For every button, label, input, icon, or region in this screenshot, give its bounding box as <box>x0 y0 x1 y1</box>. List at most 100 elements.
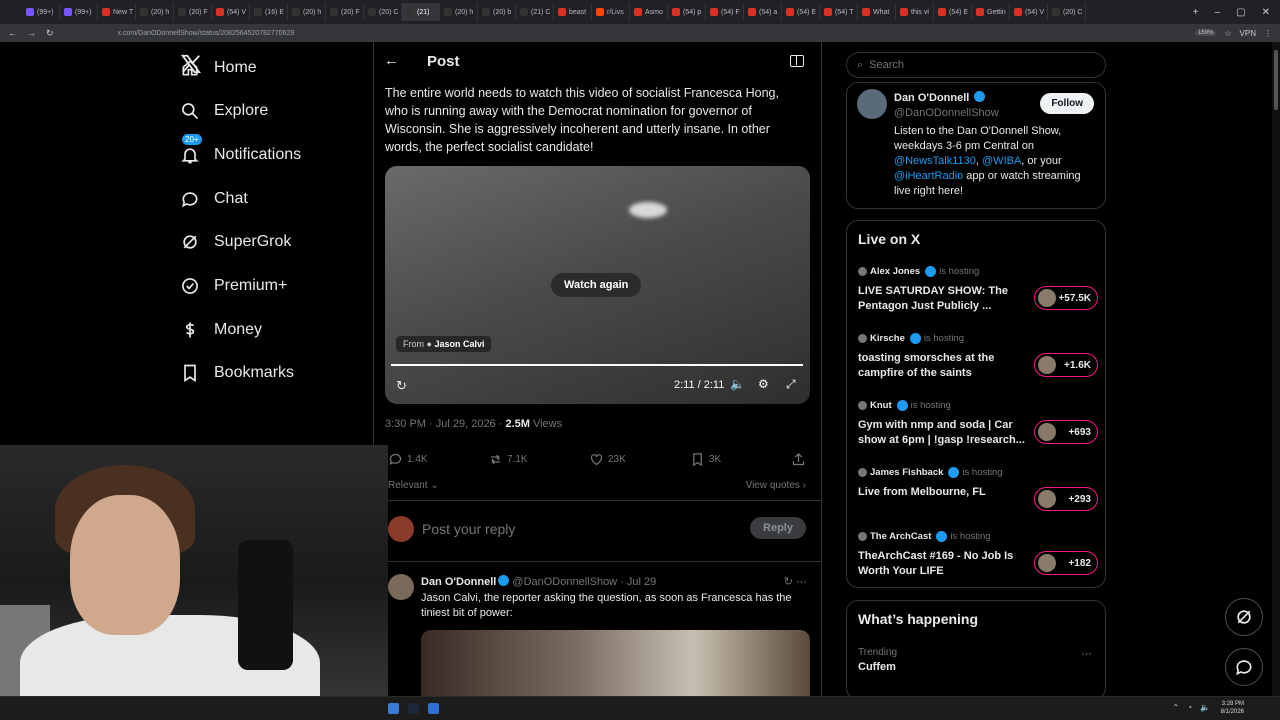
browser-tab[interactable]: beast <box>554 3 592 21</box>
more-options-icon[interactable]: ↻ ⋯ <box>784 575 807 588</box>
live-item[interactable]: Kirsche is hosting toasting smorsches at t… <box>858 333 1098 393</box>
post-timestamp[interactable]: 3:30 PM · Jul 29, 2026 · <box>385 418 505 430</box>
grok-fab-button[interactable] <box>1225 598 1263 636</box>
video-source-label[interactable]: From ● Jason Calvi <box>396 336 492 352</box>
messages-fab-button[interactable] <box>1225 648 1263 686</box>
reload-icon[interactable]: ↻ <box>46 28 54 39</box>
video-progress-bar[interactable] <box>391 364 803 366</box>
close-window-icon[interactable]: ✕ <box>1262 7 1270 18</box>
nav-item-money[interactable]: Money <box>180 315 262 345</box>
nav-item-explore[interactable]: Explore <box>180 96 268 126</box>
search-input[interactable]: ⌕ Search <box>846 52 1106 78</box>
browser-tab[interactable]: this vi <box>896 3 934 21</box>
listener-count-pill[interactable]: +1.6K <box>1034 353 1098 377</box>
browser-tab[interactable]: Gettin <box>972 3 1010 21</box>
browser-tab[interactable]: (16) E <box>250 3 288 21</box>
listener-count-pill[interactable]: +182 <box>1034 551 1098 575</box>
avatar[interactable] <box>857 89 887 119</box>
profile-handle[interactable]: @DanODonnellShow <box>894 107 999 119</box>
like-action[interactable]: 23K <box>589 452 626 467</box>
bookmark-action[interactable]: 3K <box>690 452 721 467</box>
reply-button[interactable]: Reply <box>750 517 806 539</box>
trend-name[interactable]: Cuffem <box>858 661 896 673</box>
browser-tab[interactable]: (20) h <box>136 3 174 21</box>
volume-icon[interactable]: 🔈 <box>730 377 745 391</box>
reply-input[interactable]: Post your reply <box>422 521 515 537</box>
sort-dropdown[interactable]: Relevant ⌄ <box>388 480 439 491</box>
browser-tab[interactable]: (20) F <box>326 3 364 21</box>
minimize-icon[interactable]: – <box>1215 7 1221 18</box>
live-item[interactable]: Knut is hosting Gym with nmp and soda | Ca… <box>858 400 1098 460</box>
bio-link[interactable]: @NewsTalk1130 <box>894 155 976 167</box>
browser-tab[interactable]: (99+) <box>22 3 60 21</box>
browser-tab[interactable]: (21) C <box>516 3 554 21</box>
browser-tab[interactable]: (20) C <box>364 3 402 21</box>
page-scrollbar[interactable] <box>1272 42 1280 696</box>
browser-tab[interactable]: (54) p <box>668 3 706 21</box>
reply-action[interactable]: 1.4K <box>388 452 428 467</box>
vpn-badge[interactable]: VPN <box>1240 29 1256 38</box>
reply-author[interactable]: Dan O'Donnell @DanODonnellShow · Jul 29 <box>421 575 656 588</box>
wifi-icon[interactable]: ◔ <box>1187 703 1192 712</box>
tray-icon[interactable]: ⌃ <box>1172 703 1179 712</box>
nav-item-bookmarks[interactable]: Bookmarks <box>180 358 294 388</box>
live-item[interactable]: Alex Jones is hosting LIVE SATURDAY SHOW: … <box>858 266 1098 326</box>
nav-item-premium[interactable]: Premium+ <box>180 271 287 301</box>
back-arrow-icon[interactable]: ← <box>384 52 399 69</box>
nav-item-notifications[interactable]: Notifications 20+ <box>180 133 301 170</box>
nav-item-chat[interactable]: Chat <box>180 184 248 214</box>
zoom-level[interactable]: 150% <box>1195 30 1217 36</box>
new-tab-icon[interactable]: + <box>1193 7 1199 18</box>
reader-mode-icon[interactable] <box>790 55 804 67</box>
star-icon[interactable]: ☆ <box>1224 29 1231 38</box>
video-player[interactable]: Watch again From ● Jason Calvi ↻ 2:11 / … <box>385 166 810 404</box>
follow-button[interactable]: Follow <box>1040 93 1094 114</box>
browser-tab[interactable]: (54) T <box>820 3 858 21</box>
url-field[interactable]: x.com/DanODonnellShow/status/20825645207… <box>118 30 295 37</box>
listener-count-pill[interactable]: +693 <box>1034 420 1098 444</box>
replay-icon[interactable]: ↻ <box>396 378 407 394</box>
live-item[interactable]: James Fishback is hosting Live from Melbou… <box>858 467 1098 527</box>
nav-item-home[interactable]: Home <box>180 53 257 83</box>
more-options-icon[interactable]: ⋯ <box>1081 647 1092 660</box>
bio-link[interactable]: @iHeartRadio <box>894 170 963 182</box>
repost-action[interactable]: 7.1K <box>488 452 528 467</box>
browser-tab[interactable]: (99+) <box>60 3 98 21</box>
taskbar-clock[interactable]: 3:28 PM 8/1/2026 <box>1221 700 1244 716</box>
browser-tab[interactable]: (54) a <box>744 3 782 21</box>
browser-tab[interactable]: r/Livs <box>592 3 630 21</box>
browser-tab[interactable]: Asmo <box>630 3 668 21</box>
avatar[interactable] <box>388 574 414 600</box>
avatar[interactable] <box>388 516 414 542</box>
browser-tab[interactable]: (20) b <box>478 3 516 21</box>
live-item[interactable]: The ArchCast is hosting TheArchCast #169 -… <box>858 531 1098 591</box>
menu-icon[interactable]: ⋮ <box>1264 29 1272 38</box>
volume-icon[interactable]: 🔈 <box>1200 703 1210 712</box>
reply-media[interactable] <box>421 630 810 696</box>
browser-tab[interactable]: (54) F <box>706 3 744 21</box>
browser-tab[interactable]: (20) F <box>174 3 212 21</box>
browser-tab[interactable]: (54) E <box>782 3 820 21</box>
browser-tab[interactable]: (21) <box>402 3 440 21</box>
steam-icon[interactable] <box>408 703 419 714</box>
browser-tab[interactable]: (20) h <box>440 3 478 21</box>
fullscreen-icon[interactable]: ⤢ <box>786 377 796 392</box>
listener-count-pill[interactable]: +57.5K <box>1034 286 1098 310</box>
bio-link[interactable]: @WIBA <box>982 155 1021 167</box>
maximize-icon[interactable]: ▢ <box>1236 7 1245 18</box>
taskbar-app-icon[interactable] <box>388 703 399 714</box>
listener-count-pill[interactable]: +293 <box>1034 487 1098 511</box>
browser-tab[interactable]: (54) V <box>1010 3 1048 21</box>
scrollbar-thumb[interactable] <box>1274 50 1278 110</box>
profile-name[interactable]: Dan O'Donnell <box>894 91 986 104</box>
browser-tab[interactable]: (54) V <box>212 3 250 21</box>
back-icon[interactable]: ← <box>8 28 17 39</box>
forward-icon[interactable]: → <box>27 28 36 39</box>
watch-again-button[interactable]: Watch again <box>551 273 642 297</box>
settings-gear-icon[interactable]: ⚙ <box>758 377 769 391</box>
taskbar-app-icon[interactable] <box>428 703 439 714</box>
browser-tab[interactable]: What <box>858 3 896 21</box>
browser-tab[interactable]: (54) E <box>934 3 972 21</box>
view-quotes-link[interactable]: View quotes › <box>746 480 806 491</box>
browser-tab[interactable]: (20) C <box>1048 3 1086 21</box>
